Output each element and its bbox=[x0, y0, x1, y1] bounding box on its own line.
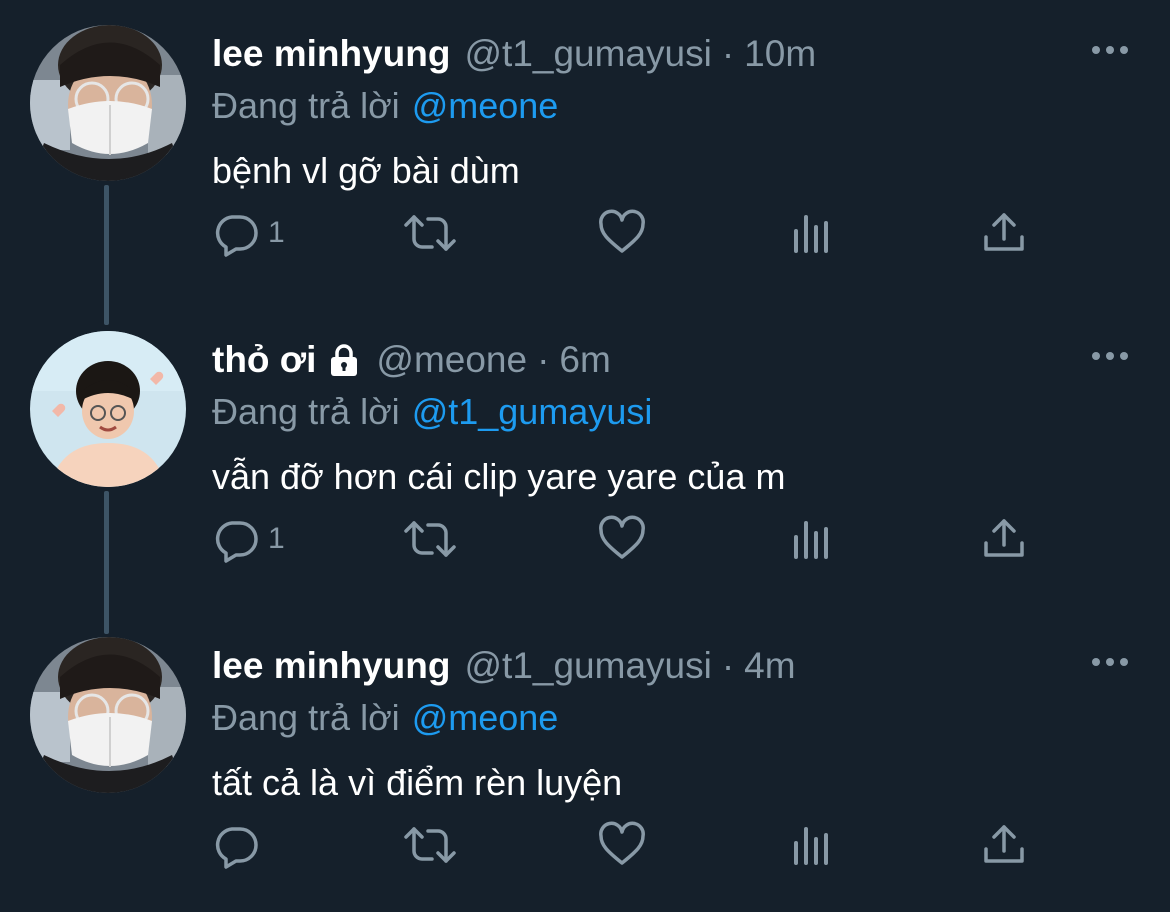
tweet-header: lee minhyung @t1_gumayusi · 4m bbox=[212, 640, 1130, 692]
display-name[interactable]: thỏ ơi bbox=[212, 339, 316, 381]
like-button[interactable] bbox=[597, 205, 647, 261]
reply-context: Đang trả lời @meone bbox=[212, 692, 1130, 744]
more-icon[interactable] bbox=[1090, 346, 1130, 366]
analytics-button[interactable] bbox=[790, 205, 834, 261]
reply-prefix: Đang trả lời bbox=[212, 391, 400, 432]
reply-icon bbox=[215, 827, 258, 869]
reply-prefix: Đang trả lời bbox=[212, 697, 400, 738]
tweet-actions bbox=[212, 817, 1032, 873]
lock-icon bbox=[331, 344, 358, 376]
retweet-icon bbox=[404, 827, 456, 863]
analytics-icon bbox=[794, 215, 828, 253]
tweet-actions: 1 bbox=[212, 205, 1032, 261]
like-icon bbox=[599, 515, 645, 559]
reply-icon bbox=[215, 215, 258, 257]
timestamp[interactable]: 10m bbox=[744, 33, 816, 75]
retweet-icon bbox=[404, 215, 456, 251]
tweet-text: bệnh vl gỡ bài dùm bbox=[212, 150, 520, 191]
more-icon[interactable] bbox=[1090, 652, 1130, 672]
avatar[interactable] bbox=[30, 637, 186, 793]
avatar[interactable] bbox=[30, 25, 186, 181]
reply-button[interactable]: 1 bbox=[212, 511, 285, 567]
analytics-icon bbox=[794, 827, 828, 865]
retweet-icon bbox=[404, 521, 456, 557]
reply-button[interactable] bbox=[212, 817, 268, 873]
reply-count: 1 bbox=[268, 522, 285, 555]
tweet-header: thỏ ơi @meone · 6m bbox=[212, 334, 1130, 386]
user-handle[interactable]: @t1_gumayusi bbox=[464, 645, 711, 687]
more-icon[interactable] bbox=[1090, 40, 1130, 60]
retweet-button[interactable] bbox=[402, 205, 458, 261]
display-name[interactable]: lee minhyung bbox=[212, 33, 450, 75]
tweet-content: lee minhyung @t1_gumayusi · 10m Đang trả… bbox=[212, 28, 1130, 196]
tweet-text: vẫn đỡ hơn cái clip yare yare của m bbox=[212, 456, 786, 497]
share-icon bbox=[984, 213, 1024, 251]
like-button[interactable] bbox=[597, 511, 647, 567]
tweet[interactable]: lee minhyung @t1_gumayusi · 4m Đang trả … bbox=[0, 612, 1170, 912]
analytics-button[interactable] bbox=[790, 817, 834, 873]
reply-context: Đang trả lời @t1_gumayusi bbox=[212, 386, 1130, 438]
tweet[interactable]: lee minhyung @t1_gumayusi · 10m Đang trả… bbox=[0, 0, 1170, 300]
share-button[interactable] bbox=[980, 511, 1028, 567]
reply-to-handle[interactable]: @t1_gumayusi bbox=[412, 391, 653, 433]
reply-context: Đang trả lời @meone bbox=[212, 80, 1130, 132]
retweet-button[interactable] bbox=[402, 511, 458, 567]
tweet-content: lee minhyung @t1_gumayusi · 4m Đang trả … bbox=[212, 640, 1130, 808]
like-icon bbox=[599, 209, 645, 253]
analytics-button[interactable] bbox=[790, 511, 834, 567]
reply-prefix: Đang trả lời bbox=[212, 85, 400, 126]
tweet-content: thỏ ơi @meone · 6m Đang trả lời @t1_guma… bbox=[212, 334, 1130, 502]
tweet[interactable]: thỏ ơi @meone · 6m Đang trả lời @t1_guma… bbox=[0, 306, 1170, 606]
retweet-button[interactable] bbox=[402, 817, 458, 873]
user-handle[interactable]: @t1_gumayusi bbox=[464, 33, 711, 75]
share-button[interactable] bbox=[980, 817, 1028, 873]
like-button[interactable] bbox=[597, 817, 647, 873]
reply-icon bbox=[215, 521, 258, 563]
share-button[interactable] bbox=[980, 205, 1028, 261]
avatar[interactable] bbox=[30, 331, 186, 487]
analytics-icon bbox=[794, 521, 828, 559]
share-icon bbox=[984, 825, 1024, 863]
like-icon bbox=[599, 821, 645, 865]
reply-to-handle[interactable]: @meone bbox=[412, 85, 559, 127]
tweet-text: tất cả là vì điểm rèn luyện bbox=[212, 762, 623, 803]
separator-dot: · bbox=[721, 645, 735, 686]
reply-to-handle[interactable]: @meone bbox=[412, 697, 559, 739]
timestamp[interactable]: 6m bbox=[559, 339, 610, 381]
reply-count: 1 bbox=[268, 216, 285, 249]
tweet-header: lee minhyung @t1_gumayusi · 10m bbox=[212, 28, 1130, 80]
tweet-actions: 1 bbox=[212, 511, 1032, 567]
separator-dot: · bbox=[537, 339, 550, 380]
display-name[interactable]: lee minhyung bbox=[212, 645, 450, 687]
timestamp[interactable]: 4m bbox=[744, 645, 795, 687]
share-icon bbox=[984, 519, 1024, 557]
separator-dot: · bbox=[721, 33, 735, 74]
reply-button[interactable]: 1 bbox=[212, 205, 285, 261]
user-handle[interactable]: @meone bbox=[376, 339, 527, 381]
